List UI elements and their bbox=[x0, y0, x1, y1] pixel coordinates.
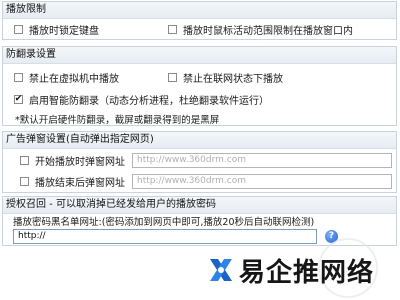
limit-mouse-option[interactable]: 播放时鼠标活动范围限制在播放窗口内 bbox=[168, 22, 353, 37]
smart-anti-record-option[interactable]: ✔ 启用智能防翻录（动态分析进程，杜绝翻录软件运行） bbox=[14, 92, 269, 107]
playback-limit-section: 播放限制 播放时锁定键盘 播放时鼠标活动范围限制在播放窗口内 bbox=[2, 1, 397, 40]
end-popup-url-input[interactable]: http://www.360drm.com bbox=[132, 174, 392, 189]
lock-keyboard-label: 播放时锁定键盘 bbox=[29, 25, 99, 37]
smart-anti-record-label: 启用智能防翻录（动态分析进程，杜绝翻录软件运行） bbox=[29, 95, 269, 107]
disable-vm-label: 禁止在虚拟机中播放 bbox=[29, 73, 119, 85]
start-popup-url-input[interactable]: http://www.360drm.com bbox=[132, 153, 392, 168]
disable-vm-checkbox[interactable] bbox=[14, 72, 23, 82]
blacklist-label: 播放密码黑名单网址:(密码添加到网页中即可,播放20秒后自动联网检测) bbox=[13, 217, 315, 228]
logo: 易企推网络 bbox=[207, 250, 374, 290]
disable-online-checkbox[interactable] bbox=[168, 72, 177, 82]
end-popup-option[interactable]: 播放结束后弹窗网址 bbox=[20, 174, 125, 189]
settings-page: 播放限制 播放时锁定键盘 播放时鼠标活动范围限制在播放窗口内 防翻录设置 禁止在… bbox=[0, 0, 400, 300]
limit-mouse-label: 播放时鼠标活动范围限制在播放窗口内 bbox=[183, 25, 353, 37]
end-popup-checkbox[interactable] bbox=[20, 176, 29, 186]
blacklist-url-input[interactable]: http:// bbox=[13, 229, 317, 244]
start-popup-label: 开始播放时弹窗网址 bbox=[35, 156, 125, 168]
ad-popup-section: 广告弹窗设置(自动弹出指定网页) 开始播放时弹窗网址 http://www.36… bbox=[2, 131, 397, 193]
auth-revoke-title: 授权召回 - 可以取消掉已经发给用户的播放密码 bbox=[3, 197, 396, 214]
disable-online-label: 禁止在联网状态下播放 bbox=[183, 73, 283, 85]
disable-online-option[interactable]: 禁止在联网状态下播放 bbox=[168, 70, 283, 85]
lock-keyboard-option[interactable]: 播放时锁定键盘 bbox=[14, 22, 99, 37]
ad-popup-title: 广告弹窗设置(自动弹出指定网页) bbox=[3, 132, 396, 149]
disable-vm-option[interactable]: 禁止在虚拟机中播放 bbox=[14, 70, 119, 85]
smart-anti-record-checkbox[interactable]: ✔ bbox=[14, 94, 23, 104]
anti-record-title: 防翻录设置 bbox=[3, 47, 396, 64]
logo-x-icon bbox=[210, 259, 232, 281]
start-popup-checkbox[interactable] bbox=[20, 155, 29, 165]
start-popup-option[interactable]: 开始播放时弹窗网址 bbox=[20, 153, 125, 168]
lock-keyboard-checkbox[interactable] bbox=[14, 24, 23, 34]
end-popup-label: 播放结束后弹窗网址 bbox=[35, 177, 125, 189]
playback-limit-title: 播放限制 bbox=[3, 2, 396, 19]
logo-text: 易企推网络 bbox=[239, 257, 375, 288]
hardware-anti-record-note: *默认开启硬件防翻录，截屏或翻录得到的是黑屏 bbox=[15, 115, 220, 126]
anti-record-section: 防翻录设置 禁止在虚拟机中播放 禁止在联网状态下播放 ✔ 启用智能防翻录（动态分… bbox=[2, 46, 397, 126]
limit-mouse-checkbox[interactable] bbox=[168, 24, 177, 34]
